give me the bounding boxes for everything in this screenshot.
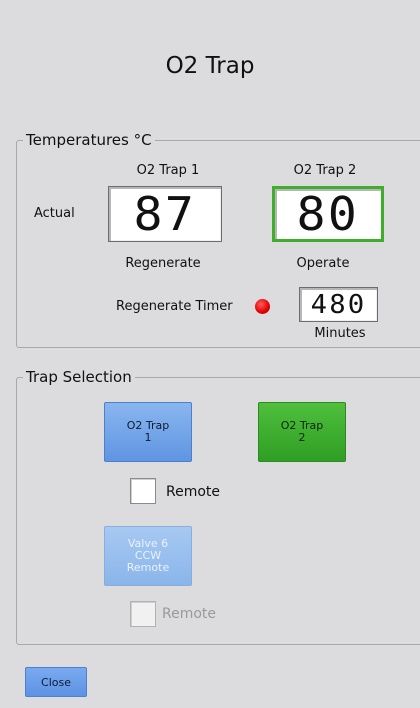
- timer-units-label: Minutes: [314, 326, 366, 341]
- trap2-temperature-display: 80: [272, 186, 384, 242]
- trap2-temperature-value: 80: [296, 187, 360, 241]
- o2-trap-1-button[interactable]: O2 Trap 1: [104, 402, 192, 462]
- regenerate-timer-label: Regenerate Timer: [116, 299, 233, 314]
- trap1-temperature-display: 87: [108, 186, 222, 242]
- actual-label: Actual: [34, 206, 75, 221]
- timer-display: 480: [299, 287, 378, 322]
- trap1-temperature-value: 87: [133, 187, 197, 241]
- valve-6-ccw-remote-button[interactable]: Valve 6 CCW Remote: [104, 526, 192, 586]
- trap1-header: O2 Trap 1: [136, 163, 200, 178]
- trap-selection-legend: Trap Selection: [23, 368, 135, 386]
- close-button[interactable]: Close: [25, 667, 87, 697]
- temperatures-legend: Temperatures °C: [23, 131, 155, 149]
- remote-checkbox[interactable]: [130, 478, 156, 504]
- trap1-state-label: Regenerate: [125, 256, 201, 271]
- page-title: O2 Trap: [165, 53, 255, 79]
- valve-remote-checkbox-label: Remote: [162, 606, 217, 622]
- valve-remote-checkbox[interactable]: [130, 601, 156, 627]
- trap2-state-label: Operate: [296, 256, 350, 271]
- trap2-header: O2 Trap 2: [293, 163, 357, 178]
- o2-trap-2-button[interactable]: O2 Trap 2: [258, 402, 346, 462]
- timer-value: 480: [310, 289, 367, 320]
- timer-status-led-icon: [255, 299, 270, 314]
- remote-checkbox-label: Remote: [166, 484, 221, 500]
- trap-selection-group: Trap Selection: [16, 368, 420, 645]
